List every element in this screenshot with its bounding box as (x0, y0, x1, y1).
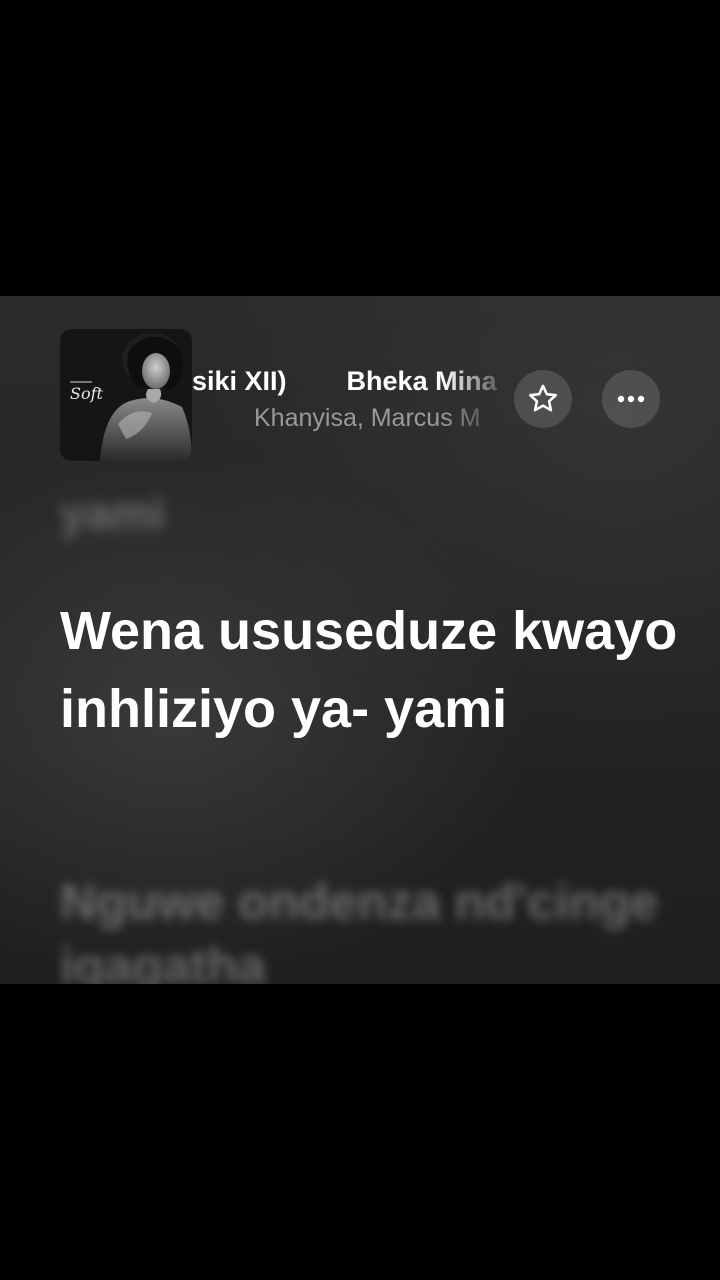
ellipsis-icon (617, 395, 645, 403)
lyrics-screen: siki XII) Bheka Mina Khanyisa, Marcus M (0, 296, 720, 984)
now-playing-header: siki XII) Bheka Mina Khanyisa, Marcus M (0, 296, 720, 476)
album-cover-text: Soft (70, 384, 104, 403)
track-title-next: Bheka Mina (346, 366, 497, 396)
track-artists: Khanyisa, Marcus M (254, 404, 481, 432)
star-outline-icon (528, 384, 558, 412)
track-title-fragment: siki XII) (192, 366, 287, 396)
album-cover-image: Soft (60, 329, 192, 461)
lyric-line-current[interactable]: Wena ususeduze kwayo inhliziyo ya- yami (60, 592, 680, 748)
lyric-line-next[interactable]: Nguwe ondenza nd'cinge iqagatha (60, 870, 680, 984)
track-title: siki XII) Bheka Mina (192, 366, 514, 397)
lyric-line-previous[interactable]: yami (60, 486, 165, 540)
favorite-button[interactable] (514, 370, 572, 428)
album-artwork[interactable]: Soft (60, 329, 192, 461)
more-options-button[interactable] (602, 370, 660, 428)
track-info[interactable]: siki XII) Bheka Mina Khanyisa, Marcus M (192, 360, 514, 440)
